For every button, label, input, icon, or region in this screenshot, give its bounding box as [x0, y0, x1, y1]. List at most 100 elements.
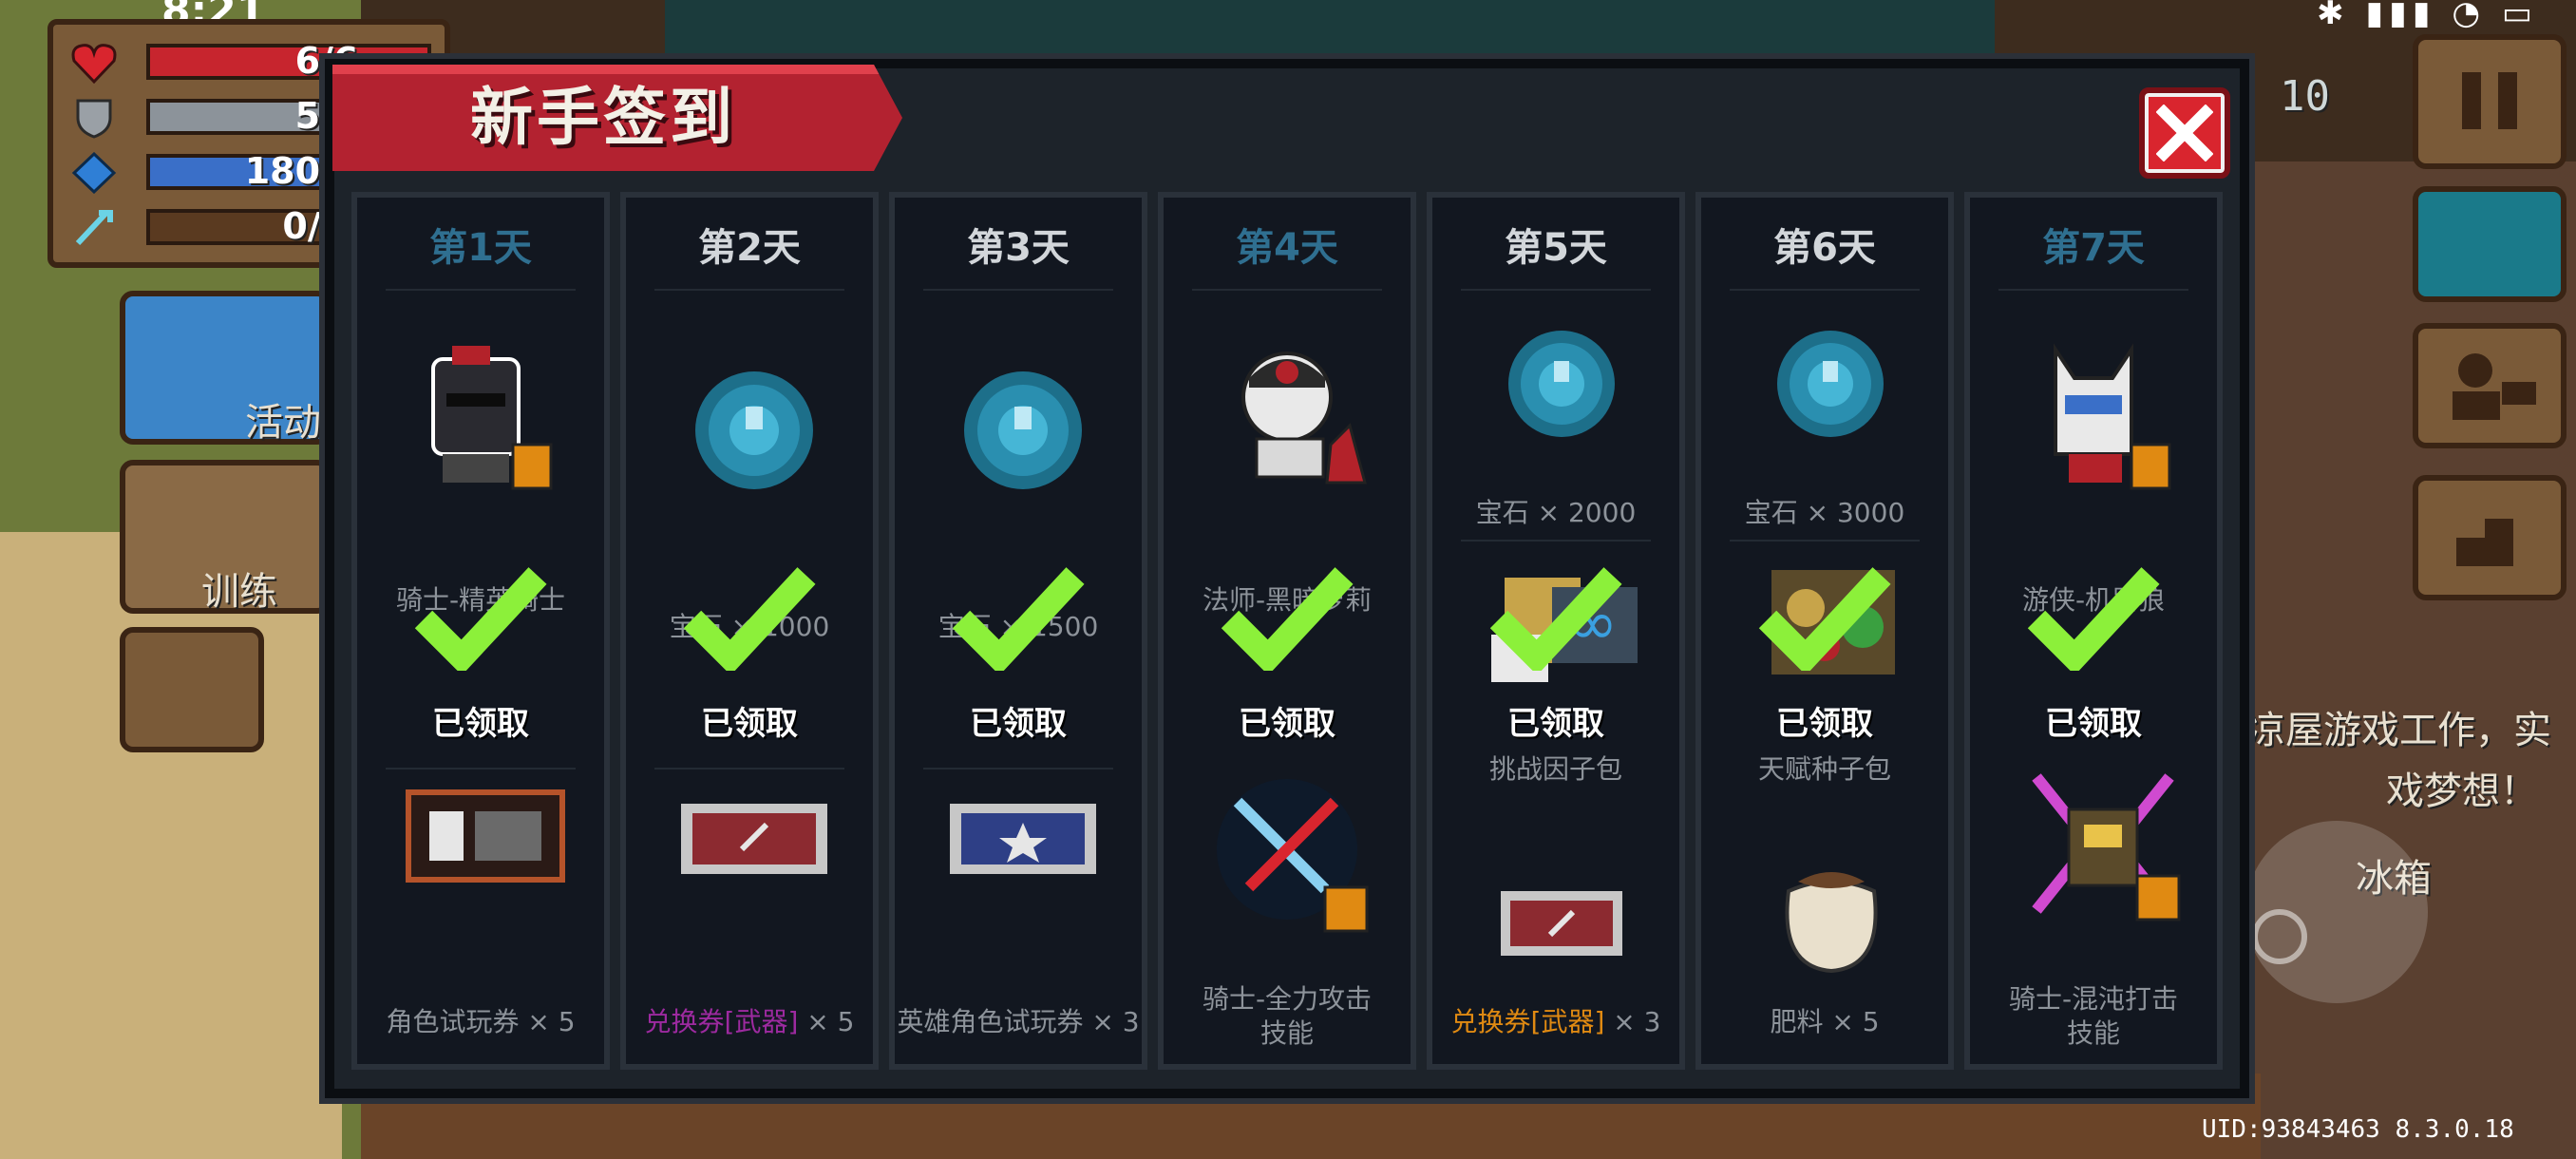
- day-card-4[interactable]: 第4天 法师-黑暗萝莉 已领取 骑士-全力攻击 技能: [1158, 192, 1416, 1070]
- event-label: 活动: [245, 401, 321, 445]
- divider: [1461, 289, 1651, 291]
- day-list: 第1天 骑士-精英骑士 已领取 角色试玩券 × 5 第2天 宝石 × 1000 …: [351, 192, 2223, 1070]
- bottom-reward: 骑士-全力攻击 技能: [1164, 982, 1411, 1051]
- exit-stairs-icon: [2456, 519, 2513, 566]
- reward-name: 宝石 × 3000: [1744, 497, 1905, 528]
- bottom-reward-line2: 技能: [2066, 1017, 2120, 1049]
- bottom-reward: 骑士-混沌打击 技能: [1970, 982, 2217, 1051]
- chaos-skill-icon: [2032, 773, 2181, 922]
- check-icon: [1758, 567, 1891, 671]
- voucher-qty: × 5: [798, 1006, 855, 1037]
- day-title: 第4天: [1236, 226, 1338, 270]
- check-icon: [2027, 567, 2160, 671]
- claimed-label: 已领取: [701, 705, 798, 743]
- energy-gem-icon: [70, 151, 118, 195]
- voucher-name: 兑换券[武器]: [1450, 1006, 1605, 1037]
- divider: [1461, 540, 1651, 542]
- reward-name: 宝石 × 2000: [1475, 497, 1637, 528]
- gem-icon: [1508, 331, 1615, 437]
- check-icon: [1221, 567, 1354, 671]
- bottom-reward-line1: 骑士-混沌打击: [2008, 983, 2179, 1015]
- npc-text-line1: 凉屋游戏工作，实: [2247, 709, 2551, 752]
- mid-reward-name: 天赋种子包: [1757, 753, 1891, 785]
- divider: [654, 289, 844, 291]
- gem-icon: [1777, 331, 1884, 437]
- divider: [654, 768, 844, 770]
- day-card-2[interactable]: 第2天 宝石 × 1000 已领取 兑换券[武器] × 5: [620, 192, 879, 1070]
- newbie-signin-dialog: 新手签到 第1天 骑士-精英骑士 已领取 角色试玩券 × 5 第2天 宝石 × …: [325, 59, 2249, 1098]
- divider: [1192, 289, 1382, 291]
- dialog-title: 新手签到: [470, 81, 736, 154]
- check-icon: [414, 567, 547, 671]
- divider: [1730, 289, 1920, 291]
- divider: [386, 768, 576, 770]
- fertilizer-bag-icon: [1785, 872, 1878, 974]
- divider: [1730, 540, 1920, 542]
- bottom-reward-line1: 骑士-全力攻击: [1202, 983, 1373, 1015]
- weapon-voucher-icon: [1501, 891, 1622, 956]
- claimed-label: 已领取: [1776, 705, 1873, 743]
- check-icon: [952, 567, 1085, 671]
- claimed-label: 已领取: [1239, 705, 1335, 743]
- day-card-6[interactable]: 第6天 宝石 × 3000 已领取 天赋种子包 肥料 × 5: [1695, 192, 1954, 1070]
- day-title: 第5天: [1505, 226, 1607, 270]
- divider: [1998, 289, 2188, 291]
- day-card-7[interactable]: 第7天 游侠-机器狼 已领取 骑士-混沌打击 技能: [1964, 192, 2223, 1070]
- pause-button[interactable]: [2413, 34, 2567, 169]
- claimed-label: 已领取: [1507, 705, 1604, 743]
- sword-skill-icon: [1217, 779, 1369, 933]
- ranger-skin-icon: [2054, 343, 2171, 490]
- profile-button[interactable]: [2413, 323, 2567, 448]
- swap-button[interactable]: [120, 627, 264, 752]
- weapon-voucher-icon: [681, 804, 827, 874]
- training-button[interactable]: 训练: [120, 460, 331, 614]
- divider: [923, 289, 1113, 291]
- exit-button[interactable]: [2413, 475, 2567, 600]
- day-card-5[interactable]: 第5天 宝石 × 2000 ∞ 已领取 挑战因子包 兑换券[武器] × 3: [1427, 192, 1685, 1070]
- shield-icon: [70, 97, 118, 139]
- person-chat-icon: [2453, 353, 2536, 420]
- divider: [923, 768, 1113, 770]
- ticket-icon: [406, 789, 565, 883]
- bottom-reward: 英雄角色试玩券 × 3: [897, 1006, 1140, 1037]
- claimed-label: 已领取: [2045, 705, 2142, 743]
- voucher-name: 兑换券[武器]: [644, 1006, 799, 1037]
- day-card-3[interactable]: 第3天 宝石 × 1500 已领取 英雄角色试玩券 × 3: [889, 192, 1147, 1070]
- gem-icon: [695, 371, 813, 489]
- mid-reward-name: 挑战因子包: [1488, 753, 1622, 785]
- day-title: 第1天: [429, 226, 532, 270]
- bottom-reward: 肥料 × 5: [1770, 1006, 1880, 1037]
- check-icon: [1489, 567, 1622, 671]
- day-title: 第6天: [1773, 226, 1876, 270]
- shop-button[interactable]: [2413, 186, 2567, 302]
- day-title: 第3天: [967, 226, 1070, 270]
- status-icons: ✱ ▮▮▮ ◔ ▭: [2317, 0, 2538, 32]
- pause-icon: [2462, 72, 2517, 129]
- day-title: 第7天: [2042, 226, 2145, 270]
- day-card-1[interactable]: 第1天 骑士-精英骑士 已领取 角色试玩券 × 5: [351, 192, 610, 1070]
- voucher-qty: × 3: [1604, 1006, 1661, 1037]
- check-icon: [683, 567, 816, 671]
- claimed-label: 已领取: [970, 705, 1067, 743]
- knight-skin-icon: [431, 346, 553, 490]
- bottom-reward-line2: 技能: [1260, 1017, 1314, 1049]
- bottom-reward: 兑换券[武器] × 3: [1432, 1005, 1679, 1039]
- gem-icon: [964, 371, 1082, 489]
- bottom-reward: 兑换券[武器] × 5: [626, 1005, 873, 1039]
- mage-skin-icon: [1241, 352, 1367, 484]
- event-button[interactable]: 活动: [120, 291, 331, 445]
- divider: [386, 289, 576, 291]
- hero-ticket-icon: [950, 804, 1096, 874]
- counter-display: 10: [2280, 72, 2330, 121]
- sword-icon: [70, 207, 118, 249]
- bottom-reward: 角色试玩券 × 5: [386, 1006, 576, 1037]
- close-icon: [2156, 104, 2213, 162]
- uid-label: UID:93843463 8.3.0.18: [2202, 1115, 2514, 1144]
- joystick[interactable]: [2242, 798, 2432, 1026]
- heart-icon: [70, 42, 118, 85]
- training-label: 训练: [201, 570, 277, 614]
- title-banner: 新手签到: [332, 65, 902, 171]
- close-button[interactable]: [2139, 87, 2230, 179]
- claimed-label: 已领取: [432, 705, 529, 743]
- day-title: 第2天: [698, 226, 801, 270]
